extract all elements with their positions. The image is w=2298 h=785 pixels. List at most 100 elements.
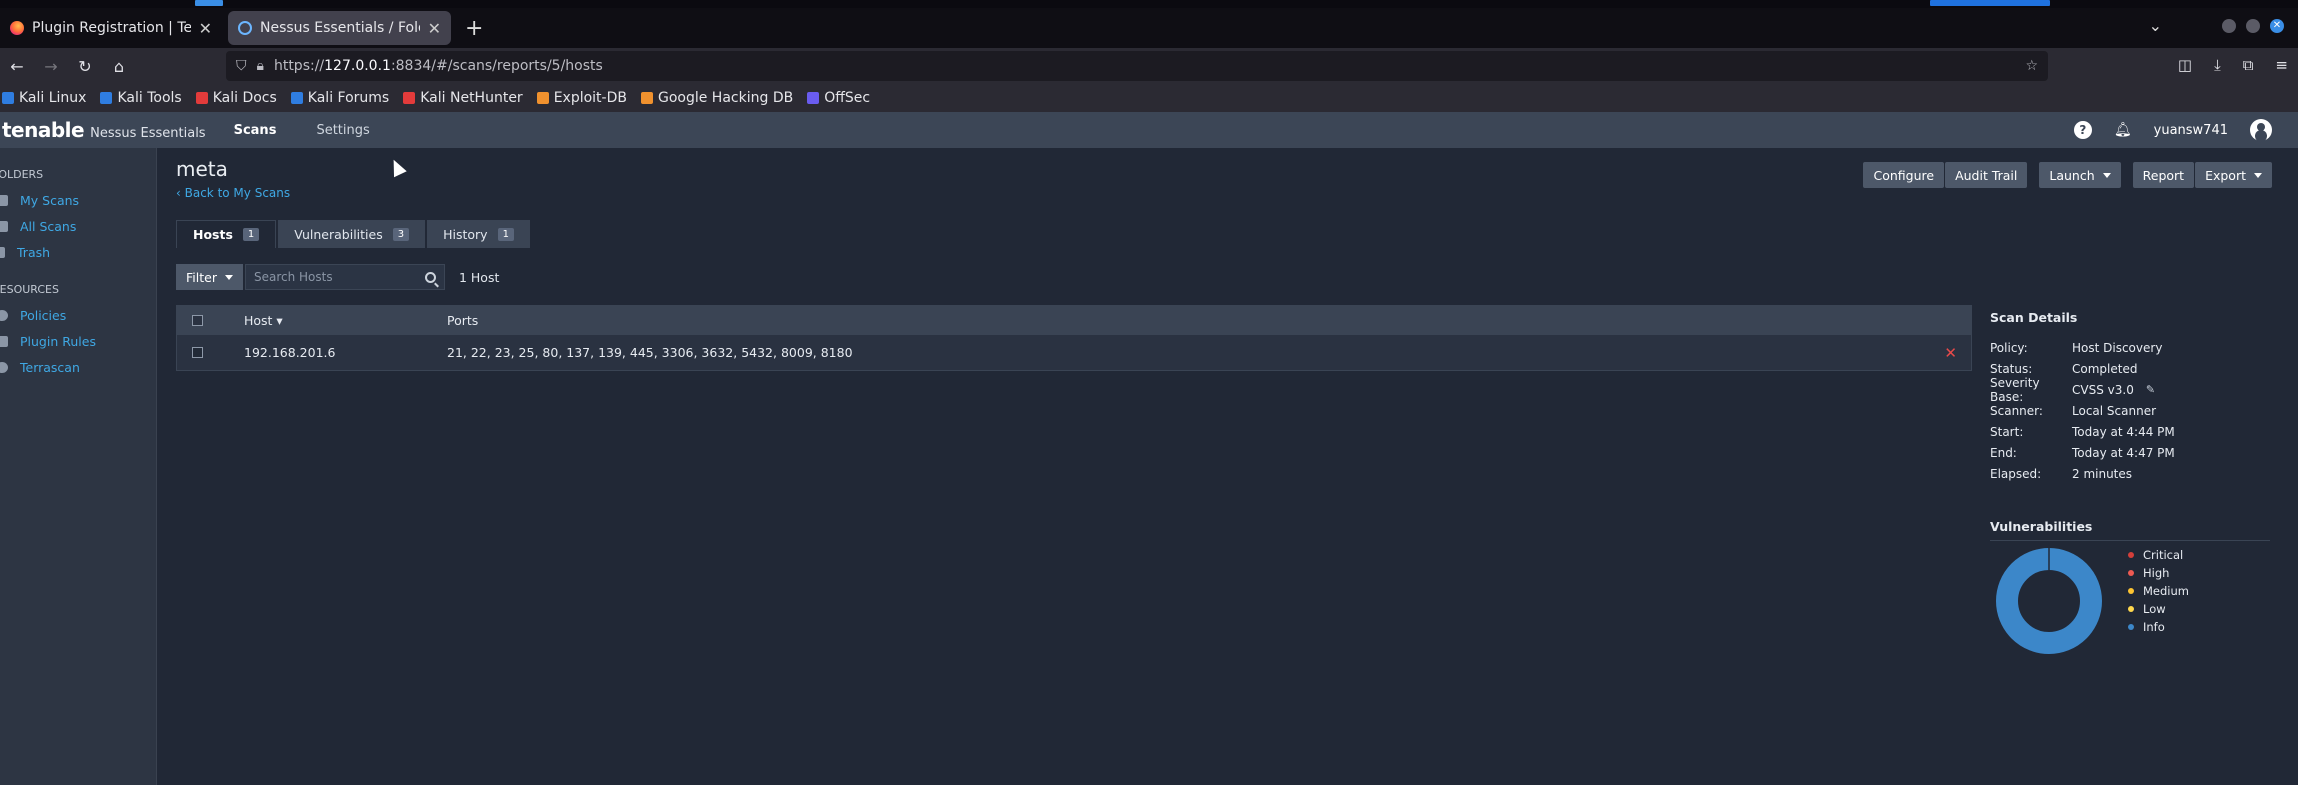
vulnerabilities-heading: Vulnerabilities	[1990, 519, 2270, 541]
donut-info-segment[interactable]	[1996, 548, 2102, 654]
shield-icon[interactable]: ⛉	[236, 58, 247, 74]
legend-item-info[interactable]: Info	[2128, 618, 2189, 636]
bookmark-kali-forums[interactable]: Kali Forums	[290, 90, 389, 106]
bookmark-kali-linux[interactable]: Kali Linux	[2, 90, 86, 106]
sidebar-item-terrascan[interactable]: Terrascan	[0, 354, 156, 380]
lock-icon[interactable]: 🔒︎	[257, 58, 264, 74]
home-icon[interactable]: ⌂	[102, 57, 136, 76]
legend-item-critical[interactable]: Critical	[2128, 546, 2189, 564]
pocket-icon[interactable]: ◫	[2178, 56, 2192, 74]
nav-settings[interactable]: Settings	[316, 123, 369, 138]
legend-item-low[interactable]: Low	[2128, 600, 2189, 618]
help-icon[interactable]: ?	[2073, 121, 2092, 139]
extensions-icon[interactable]: ⧉	[2243, 56, 2254, 74]
sidebar-item-label: Trash	[17, 244, 51, 260]
nessus-favicon	[238, 21, 252, 35]
forward-arrow-icon[interactable]: →	[34, 57, 68, 76]
select-all-checkbox[interactable]	[192, 314, 203, 326]
detail-value-text: Completed	[2072, 361, 2138, 376]
detail-row: End: Today at 4:47 PM	[1990, 442, 2270, 463]
detail-value-text: CVSS v3.0	[2072, 382, 2134, 397]
maximize-window-icon[interactable]	[2246, 18, 2260, 33]
header-right: ? 🔔︎ yuansw741	[2073, 119, 2272, 141]
configure-button[interactable]: Configure	[1863, 162, 1945, 188]
sidebar-item-trash[interactable]: Trash	[0, 239, 156, 265]
bookmark-star-icon[interactable]: ☆	[2025, 58, 2038, 74]
tab-label: Vulnerabilities	[294, 226, 383, 242]
sidebar-item-policies[interactable]: Policies	[0, 302, 156, 328]
back-link-label: Back to My Scans	[184, 186, 291, 200]
legend-item-high[interactable]: High	[2128, 564, 2189, 582]
search-hosts-input[interactable]	[253, 270, 425, 284]
search-icon[interactable]	[424, 271, 436, 283]
browser-tab-nessus[interactable]: Nessus Essentials / Folde ✕	[228, 11, 451, 45]
close-tab-icon[interactable]: ✕	[428, 19, 441, 38]
vulnerabilities-donut-chart[interactable]	[1995, 547, 2103, 658]
legend-item-medium[interactable]: Medium	[2128, 582, 2189, 600]
column-header-host[interactable]: Host ▾	[244, 313, 283, 328]
bookmark-offsec[interactable]: OffSec	[807, 90, 870, 106]
bookmark-label: OffSec	[824, 90, 871, 106]
detail-key: Status:	[1990, 361, 2033, 376]
back-to-my-scans-link[interactable]: ‹ Back to My Scans	[176, 186, 290, 200]
firefox-icon	[10, 21, 24, 35]
legend-label: High	[2143, 566, 2170, 580]
bookmark-kali-docs[interactable]: Kali Docs	[195, 90, 277, 106]
bell-icon[interactable]: 🔔︎	[2114, 122, 2132, 138]
sidebar-item-my-scans[interactable]: My Scans	[0, 187, 156, 213]
tenable-logo[interactable]: tenable Nessus Essentials	[2, 118, 206, 142]
sidebar-item-plugin-rules[interactable]: Plugin Rules	[0, 328, 156, 354]
bookmark-kali-nethunter[interactable]: Kali NetHunter	[403, 90, 523, 106]
tab-vulnerabilities[interactable]: Vulnerabilities 3	[278, 220, 426, 248]
legend-dot-icon	[2128, 552, 2134, 558]
tab-label: History	[443, 226, 488, 242]
launch-button[interactable]: Launch	[2039, 162, 2121, 188]
detail-key: Policy:	[1990, 340, 2028, 355]
audit-trail-button[interactable]: Audit Trail	[1945, 162, 2028, 188]
host-cell[interactable]: 192.168.201.6	[244, 345, 335, 360]
folder-icon	[0, 220, 8, 232]
bookmark-kali-tools[interactable]: Kali Tools	[100, 90, 182, 106]
tab-hosts[interactable]: Hosts 1	[176, 220, 277, 248]
sidebar-item-all-scans[interactable]: All Scans	[0, 213, 156, 239]
close-tab-icon[interactable]: ✕	[199, 19, 212, 38]
detail-value-text: 2 minutes	[2072, 466, 2133, 481]
table-row[interactable]: 192.168.201.6 21, 22, 23, 25, 80, 137, 1…	[177, 334, 1971, 370]
edit-pencil-icon[interactable]: ✎	[2146, 383, 2155, 396]
folder-icon	[0, 194, 8, 206]
report-button[interactable]: Report	[2132, 162, 2195, 188]
tab-history[interactable]: History 1	[427, 220, 530, 248]
legend-label: Critical	[2143, 548, 2184, 562]
bookmark-favicon-icon	[807, 92, 820, 104]
bookmark-label: Kali Tools	[117, 90, 182, 106]
detail-key: Start:	[1990, 424, 2024, 439]
bookmark-label: Kali Linux	[19, 90, 87, 106]
bookmark-exploit-db[interactable]: Exploit-DB	[536, 90, 627, 106]
sidebar: FOLDERS My Scans All Scans Trash RESOURC…	[0, 148, 157, 785]
back-arrow-icon[interactable]: ←	[0, 57, 34, 76]
close-window-icon[interactable]: ✕	[2270, 18, 2284, 33]
row-checkbox[interactable]	[192, 347, 203, 358]
filter-button[interactable]: Filter	[176, 264, 243, 290]
avatar-icon[interactable]	[2250, 119, 2272, 141]
table-header: Host ▾ Ports	[177, 306, 1971, 334]
browser-tab-plugin-registration[interactable]: Plugin Registration | Tenable ✕	[0, 11, 222, 45]
reload-icon[interactable]: ↻	[68, 57, 102, 76]
system-tray-indicator	[1930, 0, 2050, 6]
delete-host-icon[interactable]: ✕	[1944, 344, 1957, 362]
bookmark-google-hacking-db[interactable]: Google Hacking DB	[640, 90, 793, 106]
new-tab-icon[interactable]: +	[465, 16, 483, 41]
legend-dot-icon	[2128, 624, 2134, 630]
configure-audit-group: Configure Audit Trail	[1863, 162, 2028, 188]
caret-down-icon	[224, 274, 233, 280]
username[interactable]: yuansw741	[2154, 123, 2228, 138]
url-text[interactable]: https://127.0.0.1:8834/#/scans/reports/5…	[274, 58, 2015, 74]
downloads-icon[interactable]: ⤓	[2214, 56, 2221, 74]
list-tabs-chevron-icon[interactable]: ⌄	[2149, 16, 2162, 35]
vulnerabilities-panel: Vulnerabilities Critical High Medium Low Inf…	[1990, 519, 2270, 654]
minimize-window-icon[interactable]	[2222, 18, 2236, 33]
url-bar[interactable]: ⛉ 🔒︎ https://127.0.0.1:8834/#/scans/repo…	[226, 51, 2048, 81]
menu-icon[interactable]: ≡	[2275, 56, 2288, 74]
nav-scans[interactable]: Scans	[234, 123, 277, 138]
export-button[interactable]: Export	[2195, 162, 2272, 188]
